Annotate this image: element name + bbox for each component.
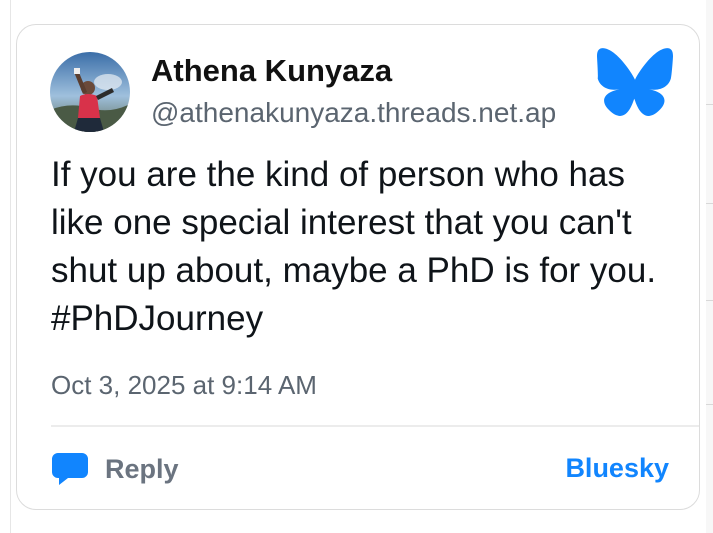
embedded-post-card: Athena Kunyaza @athenakunyaza.threads.ne… — [16, 24, 700, 510]
reply-button[interactable]: Reply — [51, 449, 179, 489]
speech-bubble-icon — [52, 453, 88, 485]
footer-divider — [51, 425, 699, 427]
post-text-line: shut up about, maybe a PhD is for you. — [51, 251, 657, 290]
edge-tick — [706, 203, 713, 204]
edge-tick — [706, 404, 713, 405]
avatar-photo — [50, 52, 130, 132]
page-left-rule — [10, 0, 11, 533]
bluesky-link[interactable]: Bluesky — [565, 453, 669, 484]
edge-tick — [706, 104, 713, 105]
author-handle[interactable]: @athenakunyaza.threads.net.ap — [151, 97, 556, 129]
reply-label: Reply — [105, 453, 179, 484]
avatar[interactable] — [50, 52, 130, 132]
hashtag-link[interactable]: #PhDJourney — [51, 295, 681, 343]
edge-tick — [706, 300, 713, 301]
post-text: If you are the kind of person who has li… — [51, 151, 681, 343]
bluesky-butterfly-icon[interactable] — [597, 47, 673, 117]
post-text-line: like one special interest that you can't — [51, 203, 632, 242]
page-right-edge — [706, 0, 713, 533]
author-display-name[interactable]: Athena Kunyaza — [151, 53, 392, 89]
post-timestamp[interactable]: Oct 3, 2025 at 9:14 AM — [51, 370, 317, 401]
post-text-line: If you are the kind of person who has — [51, 155, 625, 194]
